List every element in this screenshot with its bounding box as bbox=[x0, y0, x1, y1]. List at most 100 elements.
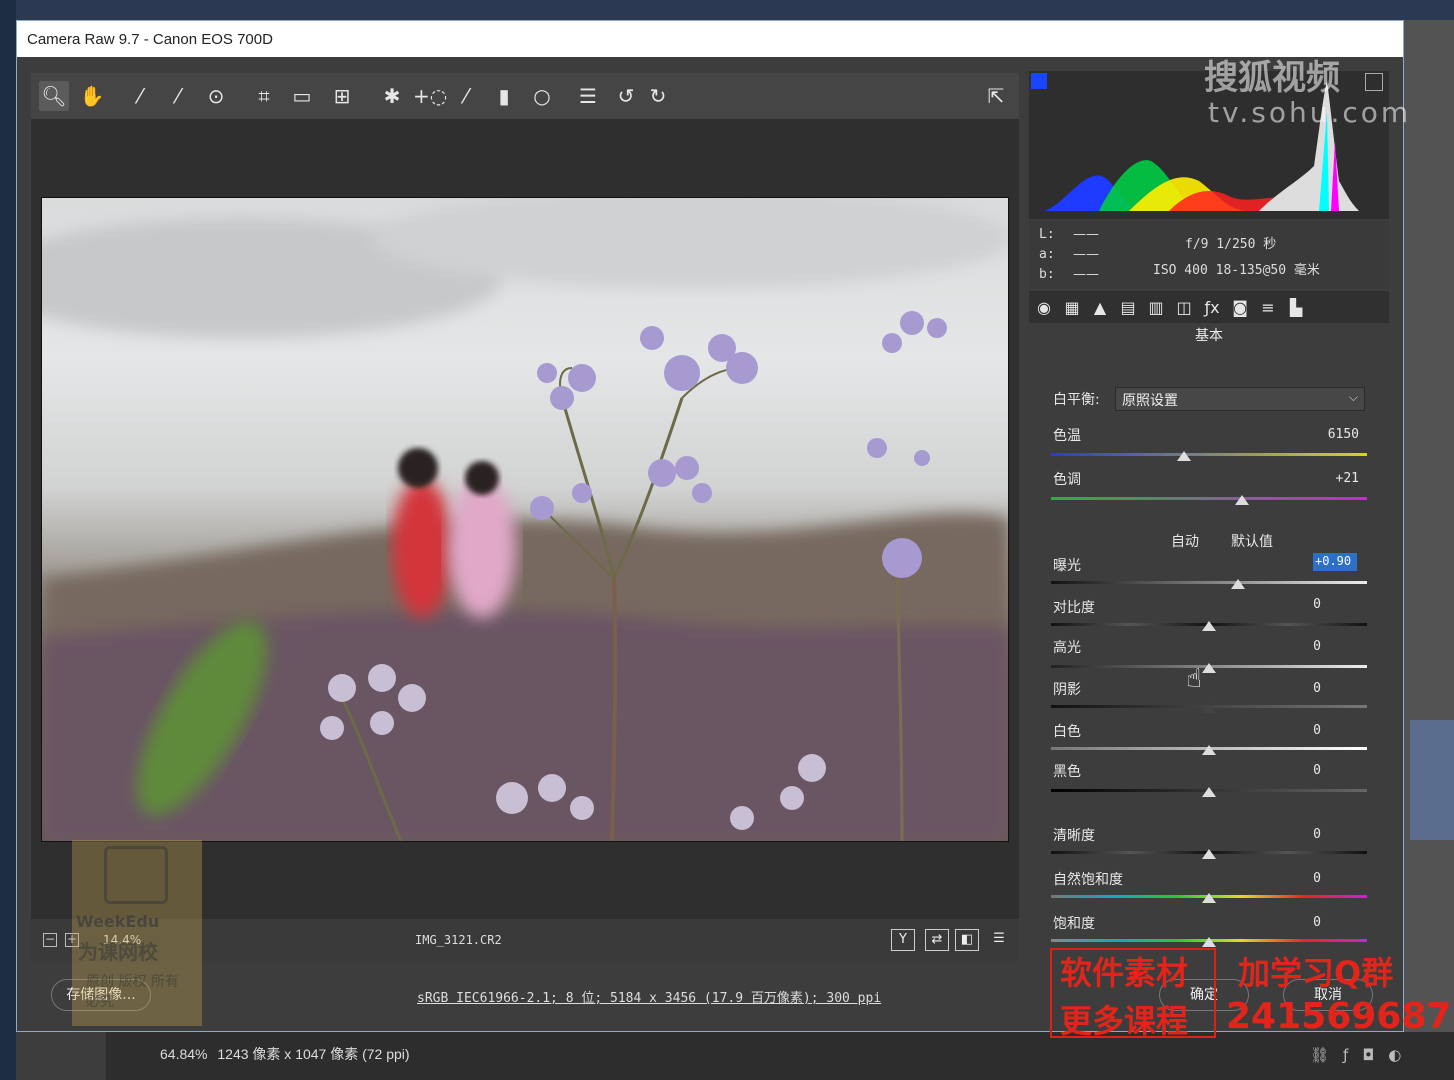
before-after-button[interactable]: Y bbox=[891, 929, 915, 951]
white-balance-value: 原照设置 bbox=[1122, 393, 1178, 409]
layer-thumbnail bbox=[1410, 720, 1454, 840]
tint-slider[interactable] bbox=[1051, 497, 1367, 500]
crop-icon[interactable]: ⌗ bbox=[249, 81, 279, 111]
promo-text-3: 加学习Q群 bbox=[1238, 954, 1394, 992]
exif-iso-lens: ISO 400 18-135@50 毫米 bbox=[1153, 263, 1320, 278]
shadows-value[interactable]: 0 bbox=[1269, 681, 1321, 696]
tab-lens-icon[interactable]: ◫ bbox=[1173, 297, 1195, 319]
tint-label: 色调 bbox=[1053, 472, 1081, 488]
photoshop-status: 64.84% 1243 像素 x 1047 像素 (72 ppi) bbox=[160, 1044, 416, 1064]
auto-link[interactable]: 自动 bbox=[1171, 531, 1199, 551]
radial-filter-icon[interactable]: ○ bbox=[527, 81, 557, 111]
white-balance-label: 白平衡: bbox=[1053, 392, 1100, 408]
red-eye-icon[interactable]: +◌ bbox=[413, 81, 447, 111]
panel-tabs: ◉ ▦ ▲ ▤ ▥ ◫ ƒx ◙ ≡ ▙ bbox=[1029, 291, 1389, 323]
exposure-slider[interactable] bbox=[1051, 581, 1367, 584]
preferences-icon[interactable]: ☰ bbox=[573, 81, 603, 111]
readout-a-label: a: bbox=[1039, 247, 1055, 262]
tab-detail-icon[interactable]: ▲ bbox=[1089, 297, 1111, 319]
dialog-title: Camera Raw 9.7 - Canon EOS 700D bbox=[17, 21, 1403, 57]
workflow-options-link[interactable]: sRGB IEC61966-2.1; 8 位; 5184 x 3456 (17.… bbox=[417, 987, 881, 1006]
filename: IMG_3121.CR2 bbox=[415, 933, 502, 947]
promo-qq-number: 241569687 bbox=[1226, 996, 1452, 1037]
rotate-left-icon[interactable]: ↺ bbox=[611, 81, 641, 111]
exposure-slider-thumb[interactable] bbox=[1231, 579, 1245, 589]
transform-icon[interactable]: ⊞ bbox=[327, 81, 357, 111]
default-link[interactable]: 默认值 bbox=[1231, 531, 1273, 551]
white-balance-icon[interactable]: ⁄ bbox=[125, 81, 155, 111]
image-preview[interactable] bbox=[41, 197, 1009, 842]
hand-icon[interactable]: ✋ bbox=[77, 81, 107, 111]
tint-value[interactable]: +21 bbox=[1279, 471, 1359, 486]
fullscreen-icon[interactable]: ⇱ bbox=[981, 81, 1011, 111]
temperature-slider-thumb[interactable] bbox=[1177, 451, 1191, 461]
layer-icons[interactable]: ⛓ƒ◘◐ bbox=[1310, 1046, 1415, 1064]
promo-text-1: 软件素材 bbox=[1060, 954, 1189, 992]
zoom-icon[interactable]: 🔍︎ bbox=[39, 81, 69, 111]
weekedu-watermark: WeekEdu 为课网校 原创 版权 所有 必究 bbox=[72, 840, 202, 1026]
vibrance-value[interactable]: 0 bbox=[1269, 871, 1321, 886]
readout-l-label: L: bbox=[1039, 227, 1055, 242]
rgb-readout: L: a: b: —— —— —— f/9 1/250 秒 ISO 400 18… bbox=[1029, 221, 1389, 289]
contrast-value[interactable]: 0 bbox=[1269, 597, 1321, 612]
clarity-label: 清晰度 bbox=[1053, 828, 1095, 844]
targeted-adjustment-icon[interactable]: ⊙ bbox=[201, 81, 231, 111]
adjustment-brush-icon[interactable]: ⁄ bbox=[451, 81, 481, 111]
hand-cursor-icon: ☝ bbox=[1186, 664, 1202, 694]
weekedu-name: WeekEdu bbox=[76, 912, 160, 931]
basic-panel: 白平衡: 原照设置 ⌵ 色温 6150 色调 +21 自动 默认值 曝光 +0.… bbox=[1029, 345, 1389, 975]
swap-settings-button[interactable]: ⇄ bbox=[925, 929, 949, 951]
camera-raw-dialog: Camera Raw 9.7 - Canon EOS 700D 🔍︎ ✋ ⁄ ⁄… bbox=[16, 20, 1404, 1032]
highlights-value[interactable]: 0 bbox=[1269, 639, 1321, 654]
color-sampler-icon[interactable]: ⁄ bbox=[163, 81, 193, 111]
shadows-label: 阴影 bbox=[1053, 682, 1081, 698]
contrast-label: 对比度 bbox=[1053, 600, 1095, 616]
copy-settings-button[interactable]: ◧ bbox=[955, 929, 979, 951]
graduated-filter-icon[interactable]: ▮ bbox=[489, 81, 519, 111]
readout-b-label: b: bbox=[1039, 267, 1055, 282]
sohu-watermark: 搜狐视频 bbox=[1204, 58, 1340, 98]
rotate-right-icon[interactable]: ↻ bbox=[643, 81, 673, 111]
exposure-value[interactable]: +0.90 bbox=[1313, 553, 1357, 571]
tab-snapshots-icon[interactable]: ▙ bbox=[1285, 297, 1307, 319]
tab-basic-icon[interactable]: ◉ bbox=[1033, 297, 1055, 319]
shadows-slider-thumb[interactable] bbox=[1202, 703, 1216, 713]
tab-hsl-icon[interactable]: ▤ bbox=[1117, 297, 1139, 319]
vibrance-label: 自然饱和度 bbox=[1053, 872, 1123, 888]
saturation-label: 饱和度 bbox=[1053, 916, 1095, 932]
tab-tone-curve-icon[interactable]: ▦ bbox=[1061, 297, 1083, 319]
tint-slider-thumb[interactable] bbox=[1235, 495, 1249, 505]
tab-camera-calibration-icon[interactable]: ◙ bbox=[1229, 297, 1251, 319]
contrast-slider-thumb[interactable] bbox=[1202, 621, 1216, 631]
clarity-value[interactable]: 0 bbox=[1269, 827, 1321, 842]
promo-text-2: 更多课程 bbox=[1060, 1002, 1189, 1040]
clarity-slider-thumb[interactable] bbox=[1202, 849, 1216, 859]
whites-slider-thumb[interactable] bbox=[1202, 745, 1216, 755]
white-balance-select[interactable]: 原照设置 ⌵ bbox=[1115, 387, 1365, 411]
highlights-slider-thumb[interactable] bbox=[1202, 663, 1216, 673]
tab-presets-icon[interactable]: ≡ bbox=[1257, 297, 1279, 319]
temperature-slider[interactable] bbox=[1051, 453, 1367, 456]
desktop-background bbox=[0, 0, 16, 1080]
toolbar: 🔍︎ ✋ ⁄ ⁄ ⊙ ⌗ ▭ ⊞ ✱ +◌ ⁄ ▮ ○ ☰ ↺ ↻ ⇱ bbox=[31, 73, 1019, 119]
temperature-label: 色温 bbox=[1053, 428, 1081, 444]
spot-removal-icon[interactable]: ✱ bbox=[377, 81, 407, 111]
zoom-out-button[interactable]: − bbox=[43, 933, 57, 947]
temperature-value[interactable]: 6150 bbox=[1279, 427, 1359, 442]
blacks-value[interactable]: 0 bbox=[1269, 763, 1321, 778]
preview-preferences-button[interactable]: ☰ bbox=[987, 929, 1011, 951]
sohu-url-watermark: tv.sohu.com bbox=[1208, 96, 1412, 129]
saturation-slider-thumb[interactable] bbox=[1202, 937, 1216, 947]
tab-effects-icon[interactable]: ƒx bbox=[1201, 297, 1223, 319]
vibrance-slider-thumb[interactable] bbox=[1202, 893, 1216, 903]
readout-l-value: —— bbox=[1073, 227, 1099, 242]
weekedu-note: 原创 版权 所有 必究 bbox=[86, 974, 179, 1010]
saturation-value[interactable]: 0 bbox=[1269, 915, 1321, 930]
photoshop-right-panel bbox=[1404, 20, 1454, 1080]
straighten-icon[interactable]: ▭ bbox=[287, 81, 317, 111]
document-zoom: 64.84% bbox=[160, 1046, 208, 1062]
tab-split-toning-icon[interactable]: ▥ bbox=[1145, 297, 1167, 319]
chevron-down-icon: ⌵ bbox=[1348, 390, 1358, 404]
whites-value[interactable]: 0 bbox=[1269, 723, 1321, 738]
blacks-slider-thumb[interactable] bbox=[1202, 787, 1216, 797]
